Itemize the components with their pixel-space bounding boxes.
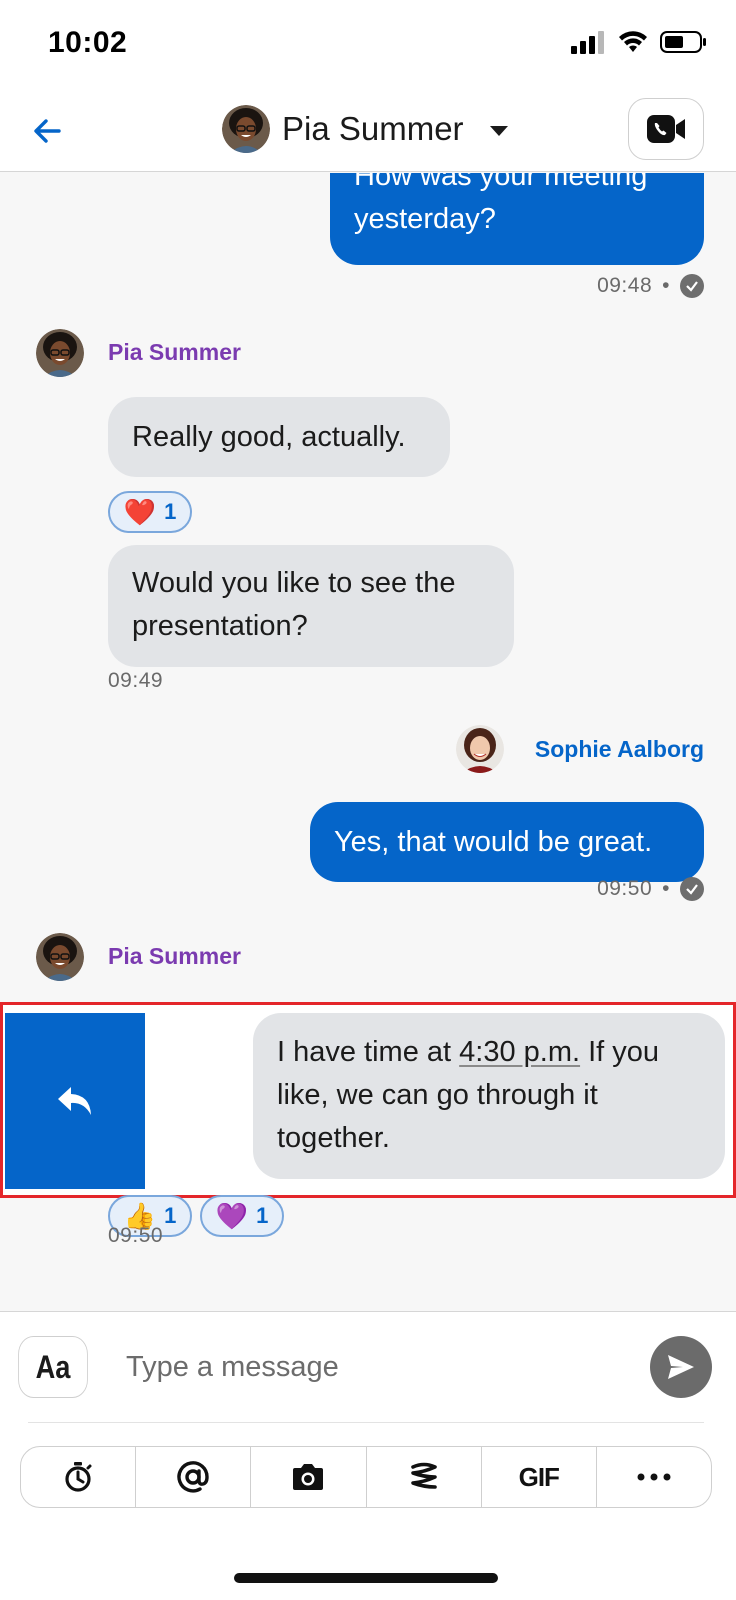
sender-name: Pia Summer [108, 943, 241, 969]
heart-emoji-icon: ❤️ [123, 497, 157, 527]
send-icon [668, 1355, 694, 1379]
reaction-heart[interactable]: ❤️ 1 [108, 491, 192, 533]
message-text: like, we can go through it [277, 1079, 598, 1111]
reaction-count: 1 [164, 1203, 177, 1228]
wifi-icon [619, 31, 647, 52]
separator-dot: • [662, 274, 670, 297]
message-time: 09:50 [108, 1224, 164, 1247]
message-bubble-outgoing[interactable]: How was your meeting yesterday? [330, 173, 704, 265]
message-text: presentation? [132, 610, 308, 642]
message-text: yesterday? [354, 203, 496, 235]
loop-button[interactable] [367, 1447, 482, 1507]
avatar-pia[interactable] [36, 933, 84, 981]
message-input[interactable] [112, 1338, 632, 1396]
chat-header: Pia Summer [0, 90, 736, 172]
reaction-purple-heart[interactable]: 💜 1 [200, 1195, 284, 1237]
message-text: Really good, actually. [132, 420, 406, 453]
status-icons [570, 30, 708, 54]
chevron-down-icon [489, 126, 508, 136]
camera-icon [293, 1464, 324, 1490]
message-meta: 09:50 [108, 1224, 163, 1248]
composer: Aa Type a message GIF [0, 1311, 736, 1600]
contact-name: Pia Summer [282, 110, 464, 147]
camera-button[interactable] [251, 1447, 367, 1507]
battery-icon [660, 31, 706, 53]
check-circle-icon [680, 274, 704, 298]
message-text-line: I have time at 4:30 p.m. If you [277, 1031, 701, 1074]
message-text: If you [580, 1036, 660, 1068]
contact-selector[interactable]: Pia Summer [222, 102, 508, 156]
message-time: 09:49 [108, 669, 164, 692]
message-text: How was your meeting [354, 173, 648, 192]
video-call-icon [647, 115, 685, 143]
message-meta: 09:50 • [597, 877, 704, 901]
reaction-count: 1 [256, 1203, 269, 1228]
status-bar: 10:02 [0, 0, 736, 90]
sender-name: Sophie Aalborg [534, 736, 704, 762]
swiped-message-row[interactable]: I have time at 4:30 p.m. If you like, we… [0, 1002, 736, 1198]
message-list[interactable]: How was your meeting yesterday? 09:48 • … [0, 173, 736, 1311]
gif-label: GIF [518, 1461, 560, 1492]
message-bubble-incoming[interactable]: Would you like to see the presentation? [108, 545, 514, 667]
message-bubble-outgoing[interactable]: Yes, that would be great. [310, 802, 704, 882]
message-time: 09:48 [597, 274, 653, 297]
message-bubble-incoming[interactable]: Really good, actually. [108, 397, 450, 477]
home-indicator [234, 1573, 498, 1583]
message-meta: 09:48 • [597, 274, 704, 298]
timer-button[interactable] [21, 1447, 137, 1507]
format-text-button[interactable]: Aa [18, 1336, 88, 1398]
sender-name: Pia Summer [108, 339, 241, 365]
signal-icon [571, 31, 604, 54]
gif-button[interactable]: GIF [482, 1447, 597, 1507]
message-text: Would you like to see the [132, 567, 456, 599]
status-time: 10:02 [48, 26, 128, 59]
message-text: I have time at [277, 1036, 460, 1068]
at-mention-icon [177, 1461, 209, 1493]
video-call-button[interactable] [628, 98, 704, 160]
send-button[interactable] [650, 1336, 712, 1398]
back-arrow-icon [34, 119, 61, 143]
message-bubble-incoming[interactable]: I have time at 4:30 p.m. If you like, we… [253, 1013, 725, 1179]
back-button[interactable] [24, 108, 70, 154]
separator-dot: • [662, 877, 670, 900]
message-time: 09:50 [597, 877, 653, 900]
check-circle-icon [680, 877, 704, 901]
reply-action-button[interactable] [5, 1013, 145, 1189]
avatar-sophie[interactable] [456, 725, 504, 773]
timer-icon [65, 1462, 92, 1492]
mention-button[interactable] [136, 1447, 252, 1507]
loop-icon [410, 1462, 437, 1489]
avatar-pia[interactable] [36, 329, 84, 377]
message-text: together. [277, 1122, 390, 1154]
composer-toolbar: GIF [20, 1446, 712, 1508]
divider [28, 1422, 704, 1423]
more-button[interactable] [597, 1447, 711, 1507]
reply-icon [58, 1087, 91, 1115]
message-text: Yes, that would be great. [334, 825, 653, 858]
time-link[interactable]: 4:30 p.m. [459, 1036, 580, 1068]
message-meta: 09:49 [108, 669, 163, 693]
more-icon [637, 1473, 671, 1481]
reaction-count: 1 [164, 499, 177, 524]
purple-heart-emoji-icon: 💜 [215, 1201, 249, 1231]
avatar-pia [222, 105, 270, 153]
